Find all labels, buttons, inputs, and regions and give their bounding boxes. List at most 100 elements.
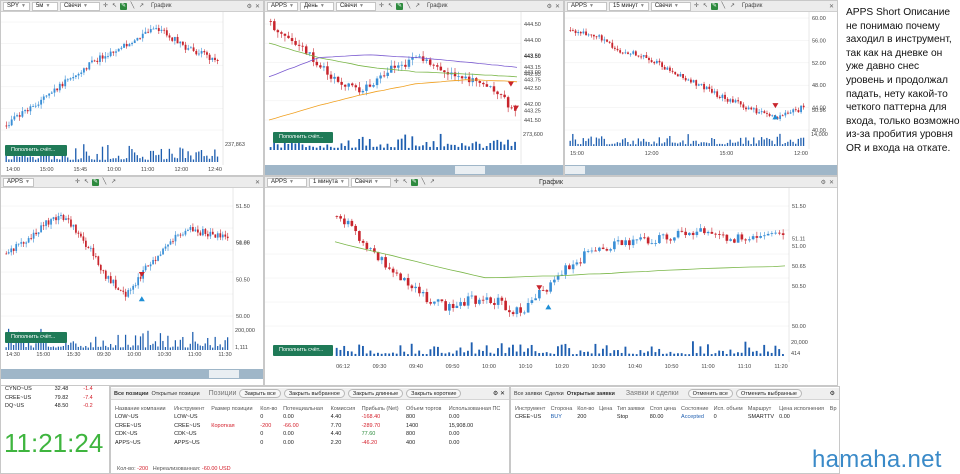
ray-tool-icon[interactable]: ↗ [110, 179, 117, 186]
drawing-tool-icon[interactable]: ✎ [119, 2, 127, 10]
column-header[interactable]: Использованная ПС [447, 404, 507, 413]
close-icon[interactable]: ✕ [555, 3, 560, 10]
pointer-icon[interactable]: ↖ [111, 3, 118, 10]
table-row[interactable]: CREE~US BUY 200 Stop 80.00 Accepted 0 SMARTTV 0.… [513, 413, 839, 422]
crosshair-icon[interactable]: ✛ [74, 179, 81, 186]
close-short-button[interactable]: Закрыть короткие [406, 389, 462, 398]
crosshair-icon[interactable]: ✛ [693, 3, 700, 10]
ray-tool-icon[interactable]: ↗ [414, 3, 421, 10]
chart-type-select[interactable]: Свечи ▼ [59, 1, 100, 11]
column-header[interactable]: Тип заявки [615, 404, 648, 413]
ray-tool-icon[interactable]: ↗ [729, 3, 736, 10]
symbol-select[interactable]: APPS ▼ [267, 1, 298, 11]
watchlist-row[interactable]: DQ~US 48.50 -0.2 [3, 402, 103, 411]
column-header[interactable]: Состояние [679, 404, 712, 413]
settings-icon[interactable]: ⚙ [547, 3, 552, 10]
tab-all-positions[interactable]: Все позиции [114, 391, 149, 397]
column-header[interactable]: Объем торгов [404, 404, 447, 413]
column-header[interactable]: Цена [597, 404, 615, 413]
line-tool-icon[interactable]: ╲ [720, 3, 727, 10]
close-all-button[interactable]: Закрыть все [239, 389, 281, 398]
tab-open-orders[interactable]: Открытые заявки [567, 391, 615, 397]
column-header[interactable]: Размер позиции [209, 404, 258, 413]
chart-panel-apps-intraday[interactable]: APPS ▼ ✛ ↖ ✎ ╲ ↗ ✕ 51.50 51.00 50.50 50.00 50… [0, 176, 264, 386]
line-tool-icon[interactable]: ╲ [101, 179, 108, 186]
interval-select[interactable]: 15 минут ▼ [609, 1, 649, 11]
close-icon[interactable]: ✕ [255, 179, 260, 186]
symbol-select[interactable]: APPS ▼ [3, 177, 34, 187]
column-header[interactable]: Цена исполнения [777, 404, 828, 413]
column-header[interactable]: Вр [828, 404, 839, 413]
chart-type-select[interactable]: Свечи ▼ [650, 1, 691, 11]
cancel-all-button[interactable]: Отменить все [687, 389, 733, 398]
column-header[interactable]: Маршрут [746, 404, 777, 413]
cancel-selected-button[interactable]: Отменить выбранные [735, 389, 802, 398]
pointer-icon[interactable]: ↖ [402, 179, 409, 186]
pointer-icon[interactable]: ↖ [83, 179, 90, 186]
column-header[interactable]: Прибыль (Net) [360, 404, 404, 413]
close-long-button[interactable]: Закрыть длинные [347, 389, 404, 398]
close-icon[interactable]: ✕ [255, 3, 260, 10]
table-row[interactable]: LOW~US LOW~US 0 0.00 4.40 -168.40 800 0.00 [113, 413, 507, 422]
crosshair-icon[interactable]: ✛ [102, 3, 109, 10]
deposit-button[interactable]: Пополнить счёт... [273, 132, 333, 143]
deposit-button[interactable]: Пополнить счёт... [5, 332, 67, 343]
column-header[interactable]: Инструмент [172, 404, 209, 413]
interval-select[interactable]: 5м ▼ [31, 1, 58, 11]
settings-icon[interactable]: ⚙ [821, 179, 826, 186]
line-tool-icon[interactable]: ╲ [420, 179, 427, 186]
deposit-button[interactable]: Пополнить счёт... [273, 345, 333, 356]
watchlist-row[interactable]: CREE~US 79.82 -7.4 [3, 394, 103, 403]
column-header[interactable]: Стоп цена [648, 404, 679, 413]
chart-type-select[interactable]: Свечи ▼ [335, 1, 376, 11]
chart-panel-apps-15m[interactable]: APPS ▼ 15 минут ▼ Свечи ▼ ✛ ↖ ✎ ╲ ↗ График … [564, 0, 838, 176]
chart-type-select[interactable]: Свечи ▼ [350, 177, 391, 187]
column-header[interactable]: Инструмент [513, 404, 549, 413]
drawing-tool-icon[interactable]: ✎ [410, 178, 418, 186]
chart-panel-spy[interactable]: SPY ▼ 5м ▼ Свечи ▼ ✛ ↖ ✎ ╲ ↗ График ⚙ ✕ 14:0… [0, 0, 264, 176]
pointer-icon[interactable]: ↖ [702, 3, 709, 10]
line-tool-icon[interactable]: ╲ [129, 3, 136, 10]
deposit-button[interactable]: Пополнить счёт... [5, 145, 67, 156]
column-header[interactable]: Кол-во [575, 404, 597, 413]
tab-open-positions[interactable]: Открытые позиции [152, 391, 200, 397]
chart-scrollbar[interactable] [1, 369, 263, 379]
close-icon[interactable]: ✕ [829, 179, 834, 186]
column-header[interactable]: Комиссия [329, 404, 360, 413]
column-header[interactable]: Сторона [549, 404, 576, 413]
table-row[interactable]: CDK~US CDK~US 0 0.00 4.40 77.60 800 0.00 [113, 430, 507, 439]
interval-select[interactable]: 1 минута ▼ [309, 177, 349, 187]
drawing-tool-icon[interactable]: ✎ [395, 2, 403, 10]
symbol-select[interactable]: APPS ▼ [567, 1, 607, 11]
price-chart[interactable]: 60.0056.0052.0048.0044.0040.0050.9615:00… [565, 12, 838, 164]
watchlist-row[interactable]: CYNO~US 32.48 -1.4 [3, 386, 103, 394]
chart-scrollbar[interactable] [265, 165, 563, 175]
close-icon[interactable]: ✕ [829, 3, 834, 10]
settings-icon[interactable]: ⚙ [830, 390, 839, 397]
drawing-tool-icon[interactable]: ✎ [710, 2, 718, 10]
column-header[interactable]: Кол-во [258, 404, 281, 413]
chart-panel-apps-1m[interactable]: APPS ▼ 1 минута ▼ Свечи ▼ ✛ ↖ ✎ ╲ ↗ График … [264, 176, 838, 386]
crosshair-icon[interactable]: ✛ [393, 179, 400, 186]
tab-all-orders[interactable]: Все заявки [514, 391, 542, 397]
chart-panel-apps-day[interactable]: APPS ▼ День ▼ Свечи ▼ ✛ ↖ ✎ ╲ ↗ График ⚙ ✕ 4… [264, 0, 564, 176]
table-row[interactable]: CREE~US CREE~US Короткая -200 -66.00 7.70 -289… [113, 422, 507, 431]
table-row[interactable]: APPS~US APPS~US 0 0.00 2.20 -46.20 400 0.00 [113, 439, 507, 448]
ray-tool-icon[interactable]: ↗ [138, 3, 145, 10]
symbol-select[interactable]: SPY ▼ [3, 1, 30, 11]
line-tool-icon[interactable]: ╲ [405, 3, 412, 10]
tab-trades[interactable]: Сделки [545, 391, 564, 397]
ray-tool-icon[interactable]: ↗ [429, 179, 436, 186]
price-chart[interactable]: 51.50 51.00 50.50 50.00 51.11 50.65 06:12 09:30… [265, 188, 838, 373]
pointer-icon[interactable]: ↖ [387, 3, 394, 10]
symbol-select[interactable]: APPS ▼ [267, 177, 307, 187]
settings-icon[interactable]: ⚙ ✕ [493, 390, 509, 397]
column-header[interactable]: Название компании [113, 404, 172, 413]
column-header[interactable]: Потенциальная [281, 404, 328, 413]
drawing-tool-icon[interactable]: ✎ [91, 178, 99, 186]
chart-scrollbar[interactable] [565, 165, 837, 175]
settings-icon[interactable]: ⚙ [247, 3, 252, 10]
close-selected-button[interactable]: Закрыть выбранное [283, 389, 345, 398]
column-header[interactable]: Исп. объем [712, 404, 746, 413]
crosshair-icon[interactable]: ✛ [378, 3, 385, 10]
